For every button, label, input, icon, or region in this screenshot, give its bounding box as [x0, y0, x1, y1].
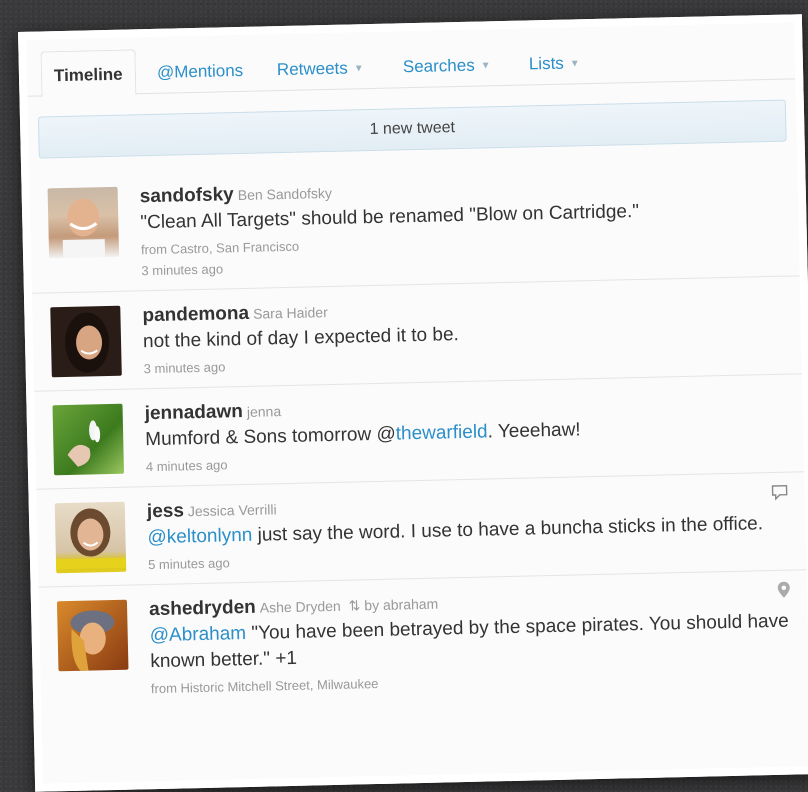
tweet-item[interactable]: jess Jessica Verrilli @keltonlynn just sa…	[36, 472, 807, 588]
mention-prefix[interactable]: @	[149, 625, 169, 646]
avatar[interactable]	[54, 501, 127, 574]
tweet-text-part: "You have been betrayed by the space pir…	[150, 610, 789, 673]
tab-bar: Timeline @Mentions Retweets ▼ Searches ▼ L…	[26, 22, 796, 98]
mention-link[interactable]: keltonlynn	[167, 525, 253, 548]
avatar[interactable]	[50, 305, 122, 378]
tweet-text-part: . Yeeehaw!	[487, 419, 581, 443]
real-name: Ashe Dryden	[259, 597, 341, 616]
avatar[interactable]	[47, 186, 120, 259]
tweet-text-part: Mumford & Sons tomorrow @	[145, 423, 396, 451]
person-avatar-icon	[55, 508, 127, 570]
tab-label: Lists	[528, 53, 565, 74]
real-name: Sara Haider	[252, 304, 328, 322]
tab-timeline[interactable]: Timeline	[40, 49, 137, 98]
username[interactable]: pandemona	[142, 303, 249, 326]
retweet-icon: ⇅	[348, 597, 361, 614]
reply-bubble-icon[interactable]	[770, 483, 789, 506]
tab-label: @Mentions	[156, 60, 244, 82]
retweeted-by[interactable]: by abraham	[364, 596, 438, 614]
tab-label: Timeline	[53, 64, 123, 86]
username[interactable]: jennadawn	[144, 401, 243, 424]
person-avatar-icon	[65, 312, 110, 373]
tweet-item[interactable]: jennadawn jenna Mumford & Sons tomorrow @…	[34, 374, 805, 490]
person-avatar-icon	[62, 198, 106, 259]
caret-down-icon: ▼	[569, 58, 580, 70]
tweet-item[interactable]: ashedryden Ashe Dryden ⇅ by abraham @Abrah…	[39, 570, 808, 710]
new-tweet-banner[interactable]: 1 new tweet	[37, 99, 787, 159]
tweet-item[interactable]: pandemona Sara Haider not the kind of day…	[31, 276, 802, 392]
tab-mentions[interactable]: @Mentions	[145, 53, 256, 91]
real-name: jenna	[246, 403, 282, 420]
real-name: Jessica Verrilli	[187, 501, 277, 520]
person-avatar-icon	[70, 610, 115, 671]
tab-label: Retweets	[276, 58, 348, 80]
avatar[interactable]	[56, 599, 129, 672]
tab-label: Searches	[402, 55, 475, 77]
mention-link[interactable]: thewarfield	[396, 421, 488, 444]
avatar[interactable]	[52, 403, 125, 476]
tweet-list: sandofsky Ben Sandofsky "Clean All Target…	[29, 157, 808, 710]
timeline-card: Timeline @Mentions Retweets ▼ Searches ▼ L…	[18, 14, 808, 792]
tab-searches[interactable]: Searches ▼	[390, 47, 503, 86]
username[interactable]: jess	[147, 500, 184, 522]
mention-link[interactable]: Abraham	[169, 623, 247, 646]
username[interactable]: ashedryden	[149, 597, 256, 620]
retweet-indicator: ⇅ by abraham	[349, 596, 439, 614]
username[interactable]: sandofsky	[140, 184, 234, 207]
location-pin-icon[interactable]	[777, 581, 792, 604]
mention-prefix[interactable]: @	[147, 527, 167, 548]
hand-flower-icon	[67, 420, 101, 467]
tweet-item[interactable]: sandofsky Ben Sandofsky "Clean All Target…	[29, 157, 800, 294]
caret-down-icon: ▼	[480, 60, 491, 72]
tab-retweets[interactable]: Retweets ▼	[265, 50, 377, 89]
real-name: Ben Sandofsky	[237, 184, 333, 204]
caret-down-icon: ▼	[353, 63, 364, 75]
tab-lists[interactable]: Lists ▼	[516, 45, 592, 83]
